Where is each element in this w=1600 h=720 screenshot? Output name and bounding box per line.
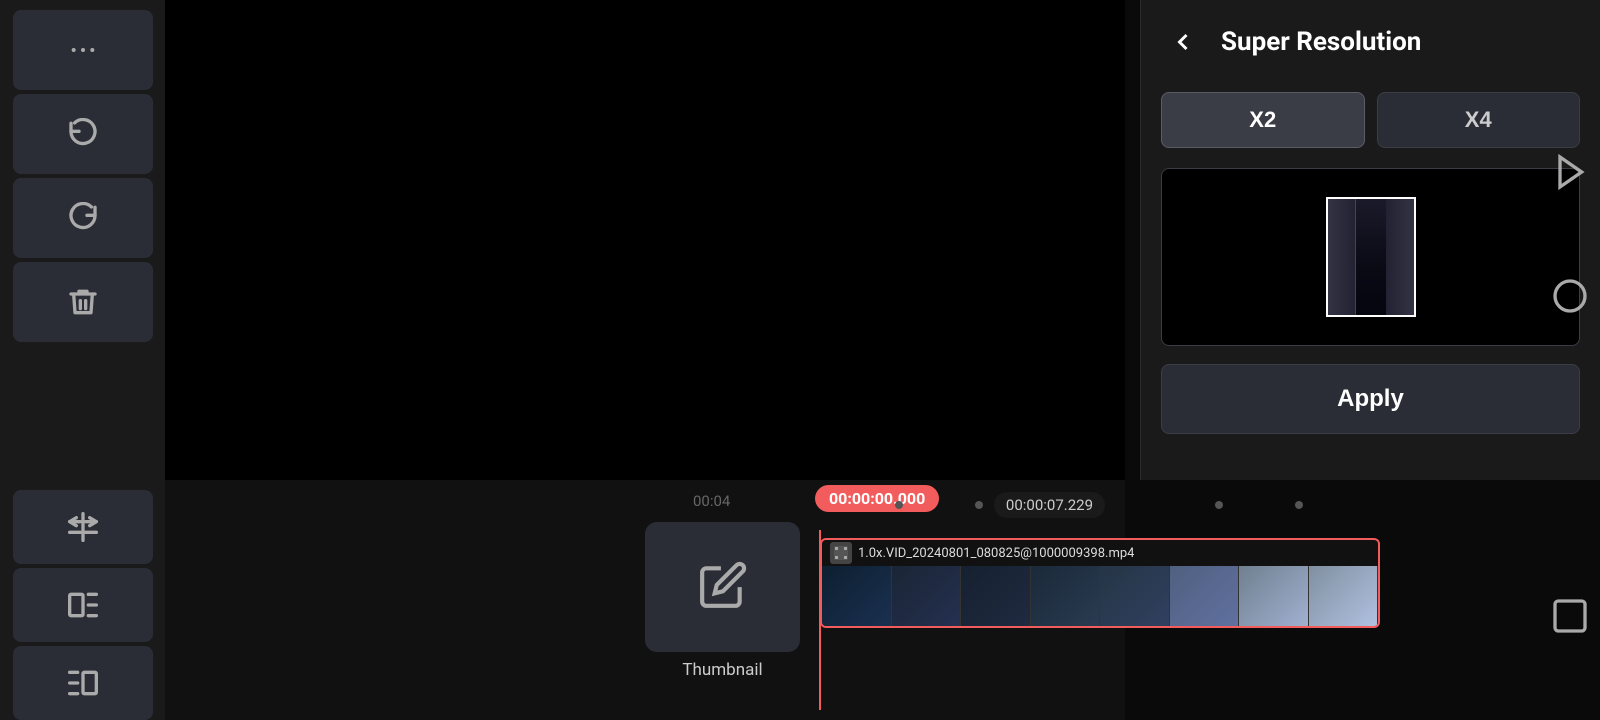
trim-left-button[interactable] — [13, 568, 153, 642]
vid-thumb-6 — [1170, 566, 1240, 626]
x2-button[interactable]: X2 — [1161, 92, 1365, 148]
redo-button[interactable] — [13, 178, 153, 258]
video-track[interactable]: 1.0x.VID_20240801_080825@1000009398.mp4 — [820, 538, 1380, 628]
vid-thumb-8 — [1309, 566, 1379, 626]
current-time-marker: 00:00:00.000 — [815, 485, 939, 512]
preview-content — [1328, 199, 1414, 315]
thumbnail-panel: Thumbnail — [645, 522, 800, 680]
curtain-right — [1386, 199, 1414, 315]
film-icon — [830, 542, 852, 564]
panel-preview — [1161, 168, 1580, 346]
x4-button[interactable]: X4 — [1377, 92, 1581, 148]
timeline-area: 00:00:00.000 00:04 00:00:07.229 Thumbnai… — [165, 480, 1125, 720]
end-time-label: 00:00:07.229 — [994, 492, 1105, 518]
vid-thumb-7 — [1239, 566, 1309, 626]
mid-time-label: 00:04 — [693, 492, 730, 510]
back-button[interactable] — [1161, 20, 1205, 64]
vid-thumb-4 — [1031, 566, 1101, 626]
vid-thumb-1 — [822, 566, 892, 626]
trim-right-button[interactable] — [13, 646, 153, 720]
vid-thumb-3 — [961, 566, 1031, 626]
time-dot-3 — [1215, 501, 1223, 509]
super-resolution-panel: Super Resolution X2 X4 Apply — [1140, 0, 1600, 480]
undo-button[interactable] — [13, 94, 153, 174]
video-thumbnails — [822, 566, 1378, 626]
apply-button[interactable]: Apply — [1161, 364, 1580, 434]
edit-icon — [698, 560, 748, 614]
playhead-line — [819, 530, 821, 710]
video-track-header: 1.0x.VID_20240801_080825@1000009398.mp4 — [822, 540, 1378, 566]
split-button[interactable] — [13, 490, 153, 564]
preview-area — [165, 0, 1125, 480]
vid-thumb-5 — [1100, 566, 1170, 626]
vid-thumb-2 — [892, 566, 962, 626]
clip-name: 1.0x.VID_20240801_080825@1000009398.mp4 — [858, 546, 1134, 561]
bottom-right-icon[interactable] — [1550, 596, 1590, 640]
delete-button[interactable] — [13, 262, 153, 342]
right-edge-icons — [1548, 150, 1592, 318]
panel-header: Super Resolution — [1161, 20, 1580, 64]
more-button[interactable] — [13, 10, 153, 90]
thumbnail-label: Thumbnail — [682, 660, 762, 680]
thumbnail-button[interactable] — [645, 522, 800, 652]
time-dot-2 — [975, 501, 983, 509]
time-dot-4 — [1295, 501, 1303, 509]
play-icon[interactable] — [1548, 150, 1592, 194]
circle-icon[interactable] — [1548, 274, 1592, 318]
toolbar-bottom — [0, 480, 165, 720]
resolution-buttons: X2 X4 — [1161, 92, 1580, 148]
time-dot-1 — [895, 501, 903, 509]
panel-title: Super Resolution — [1221, 27, 1421, 57]
curtain-left — [1328, 199, 1356, 315]
preview-thumbnail — [1326, 197, 1416, 317]
